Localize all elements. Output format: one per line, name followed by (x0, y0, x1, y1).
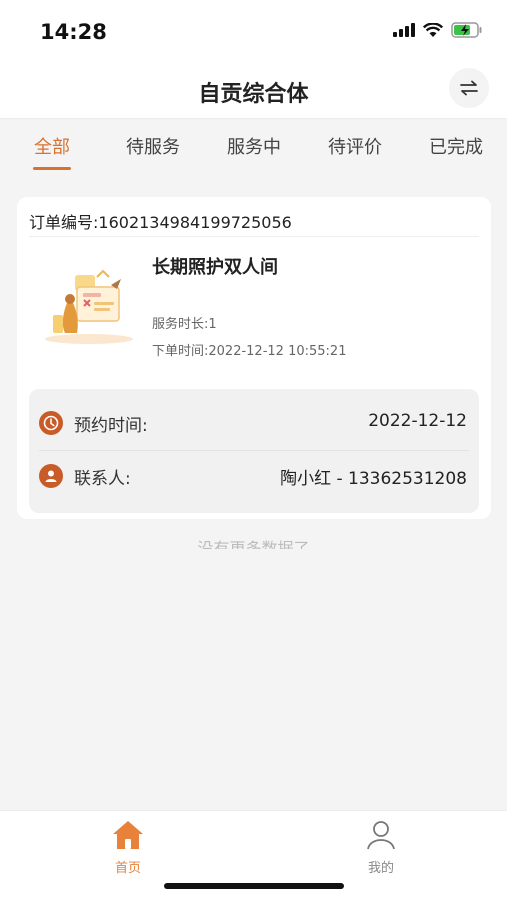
service-name: 长期照护双人间 (152, 257, 278, 278)
wifi-icon (423, 22, 443, 37)
contact-value: 陶小红 - 13362531208 (280, 469, 467, 489)
bottom-nav-mine-label: 我的 (367, 861, 394, 876)
service-duration: 服务时长:1 (152, 313, 217, 332)
status-icons (393, 22, 483, 38)
order-time-value: 2022-12-12 10:55:21 (208, 344, 347, 359)
order-number-label: 订单编号: (29, 213, 99, 232)
appointment-row: 预约时间: 2022-12-12 (29, 395, 479, 451)
user-icon (367, 821, 395, 850)
list-footer-no-more: 没有更多数据了 (197, 539, 310, 549)
tab-completed[interactable]: 已完成 (411, 133, 501, 159)
order-number-value: 1602134984199725056 (98, 213, 292, 232)
order-time: 下单时间:2022-12-12 10:55:21 (152, 340, 346, 359)
service-duration-value: 1 (208, 317, 217, 332)
status-time: 14:28 (40, 20, 107, 44)
home-icon (113, 821, 143, 849)
tab-pending-service[interactable]: 待服务 (108, 133, 198, 159)
bottom-nav-mine[interactable]: 我的 (341, 819, 421, 876)
swap-icon (460, 80, 478, 96)
service-thumbnail-illustration (45, 269, 133, 344)
nav-bar: 自贡综合体 (0, 62, 507, 118)
contact-row: 联系人: 陶小红 - 13362531208 (29, 448, 479, 504)
order-number: 订单编号:1602134984199725056 (29, 209, 292, 233)
appointment-label: 预约时间: (74, 416, 148, 436)
signal-icon (393, 23, 415, 37)
tab-all[interactable]: 全部 (7, 133, 97, 159)
contact-label: 联系人: (74, 469, 131, 489)
order-time-label: 下单时间: (152, 344, 209, 359)
home-indicator (164, 883, 344, 889)
tab-pending-review[interactable]: 待评价 (310, 133, 400, 159)
appointment-info-box: 预约时间: 2022-12-12 联系人: 陶小红 - 13362531208 (29, 389, 479, 513)
service-duration-label: 服务时长: (152, 317, 209, 332)
bottom-nav-home[interactable]: 首页 (88, 819, 168, 876)
divider (29, 236, 479, 237)
status-bar: 14:28 (0, 0, 507, 62)
battery-icon (451, 22, 482, 38)
tab-in-service[interactable]: 服务中 (209, 133, 299, 159)
order-card[interactable]: 订单编号:1602134984199725056 长期照护双人间 服务时长:1 … (17, 197, 491, 519)
tab-active-indicator (33, 167, 71, 170)
switch-button[interactable] (449, 68, 489, 108)
page-title: 自贡综合体 (198, 82, 309, 107)
clock-icon (39, 411, 63, 435)
contact-person-icon (39, 464, 63, 488)
bottom-nav-home-label: 首页 (114, 861, 141, 876)
order-status-tabs: 全部 待服务 服务中 待评价 已完成 (0, 118, 507, 174)
appointment-value: 2022-12-12 (368, 411, 467, 431)
